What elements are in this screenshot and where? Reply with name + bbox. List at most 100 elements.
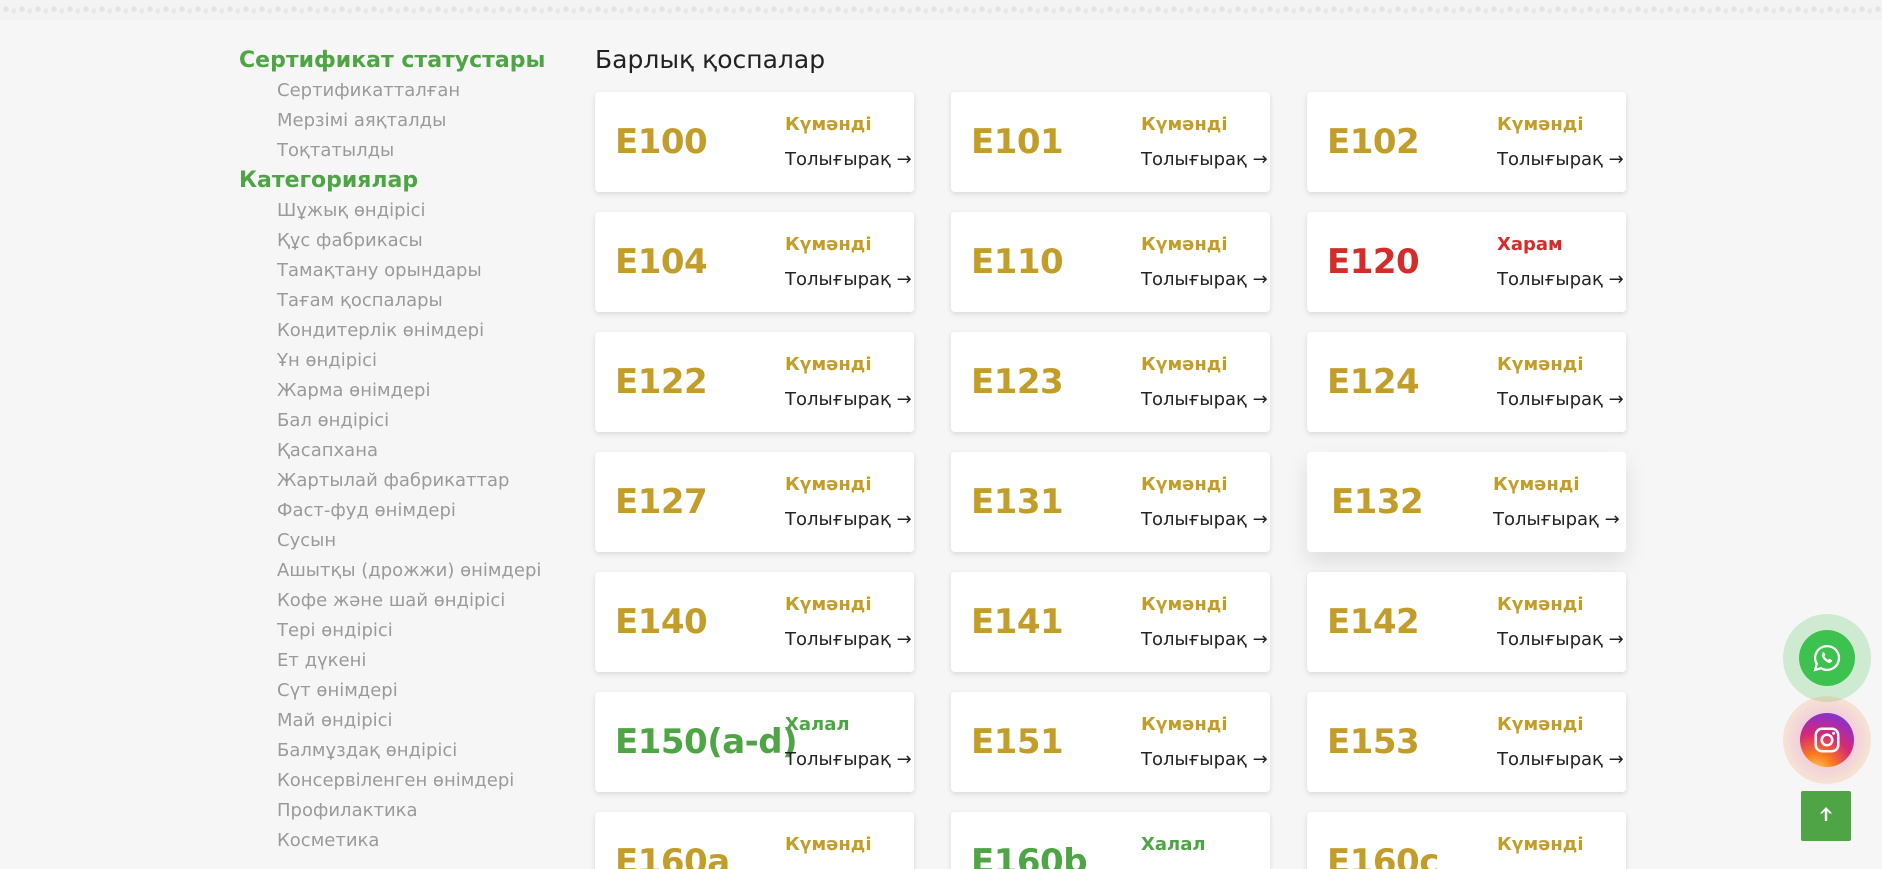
more-link[interactable]: Толығырақ → [1497, 269, 1624, 290]
sidebar-heading-categories[interactable]: Категориялар [239, 166, 559, 196]
additive-code: E100 [615, 122, 708, 162]
more-link[interactable]: Толығырақ → [1141, 389, 1268, 410]
additive-code: E124 [1327, 362, 1420, 402]
more-link[interactable]: Толығырақ → [785, 509, 912, 530]
sidebar-item-category-3[interactable]: Тағам қоспалары [277, 286, 559, 316]
additive-code: E110 [971, 242, 1064, 282]
additive-code: E120 [1327, 242, 1420, 282]
sidebar-item-category-9[interactable]: Жартылай фабрикаттар [277, 466, 559, 496]
sidebar-item-category-18[interactable]: Балмұздақ өндірісі [277, 736, 559, 766]
status-badge: Халал [1141, 834, 1206, 855]
sidebar-item-category-0[interactable]: Шұжық өндірісі [277, 196, 559, 226]
more-link[interactable]: Толығырақ → [1497, 749, 1624, 770]
sidebar-item-category-6[interactable]: Жарма өнімдері [277, 376, 559, 406]
sidebar: Сертификат статустары Сертификатталған Ме… [239, 46, 559, 856]
sidebar-item-category-5[interactable]: Ұн өндірісі [277, 346, 559, 376]
additive-card[interactable]: E151 Күмәнді Толығырақ → [951, 692, 1270, 792]
additive-card[interactable]: E123 Күмәнді Толығырақ → [951, 332, 1270, 432]
additive-card[interactable]: E102 Күмәнді Толығырақ → [1307, 92, 1626, 192]
sidebar-item-category-1[interactable]: Құс фабрикасы [277, 226, 559, 256]
additive-card[interactable]: E150(a-d) Халал Толығырақ → [595, 692, 914, 792]
status-badge: Күмәнді [1141, 714, 1228, 735]
additive-code: E131 [971, 482, 1064, 522]
status-badge: Харам [1497, 234, 1563, 255]
status-badge: Күмәнді [1497, 354, 1584, 375]
scroll-to-top-button[interactable] [1801, 791, 1851, 841]
more-link[interactable]: Толығырақ → [1141, 749, 1268, 770]
additive-card[interactable]: E120 Харам Толығырақ → [1307, 212, 1626, 312]
additive-grid: E100 Күмәнді Толығырақ → E101 Күмәнді Толығыр… [595, 92, 1626, 869]
more-link[interactable]: Толығырақ → [1497, 149, 1624, 170]
additive-card[interactable]: E160aКүмәндіТолығырақ → [595, 812, 914, 869]
more-link[interactable]: Толығырақ → [785, 389, 912, 410]
more-link[interactable]: Толығырақ → [1141, 149, 1268, 170]
additive-card[interactable]: E132 Күмәнді Толығырақ → [1307, 452, 1626, 552]
sidebar-item-status-2[interactable]: Тоқтатылды [277, 136, 559, 166]
sidebar-item-category-21[interactable]: Косметика [277, 826, 559, 856]
more-link[interactable]: Толығырақ → [1141, 269, 1268, 290]
additive-code: E140 [615, 602, 708, 642]
status-badge: Күмәнді [1141, 234, 1228, 255]
additive-card[interactable]: E127 Күмәнді Толығырақ → [595, 452, 914, 552]
sidebar-item-category-12[interactable]: Ашытқы (дрожжи) өнімдері [277, 556, 559, 586]
additive-card[interactable]: E142 Күмәнді Толығырақ → [1307, 572, 1626, 672]
additive-card[interactable]: E140 Күмәнді Толығырақ → [595, 572, 914, 672]
more-link[interactable]: Толығырақ → [1141, 629, 1268, 650]
additive-card[interactable]: E110 Күмәнді Толығырақ → [951, 212, 1270, 312]
additive-card[interactable]: E153 Күмәнді Толығырақ → [1307, 692, 1626, 792]
instagram-button[interactable] [1783, 696, 1871, 784]
additive-code: E160c [1327, 842, 1439, 869]
sidebar-item-category-14[interactable]: Тері өндірісі [277, 616, 559, 646]
additive-card[interactable]: E160bХалалТолығырақ → [951, 812, 1270, 869]
sidebar-item-category-8[interactable]: Қасапхана [277, 436, 559, 466]
sidebar-item-category-2[interactable]: Тамақтану орындары [277, 256, 559, 286]
sidebar-item-category-7[interactable]: Бал өндірісі [277, 406, 559, 436]
additive-card[interactable]: E104 Күмәнді Толығырақ → [595, 212, 914, 312]
decorative-top-pattern [0, 0, 1882, 20]
more-link[interactable]: Толығырақ → [785, 149, 912, 170]
sidebar-item-category-16[interactable]: Сүт өнімдері [277, 676, 559, 706]
whatsapp-button[interactable] [1783, 614, 1871, 702]
more-link[interactable]: Толығырақ → [1497, 389, 1624, 410]
additive-card[interactable]: E131 Күмәнді Толығырақ → [951, 452, 1270, 552]
status-badge: Күмәнді [785, 594, 872, 615]
additive-code: E101 [971, 122, 1064, 162]
more-link[interactable]: Толығырақ → [785, 629, 912, 650]
status-badge: Күмәнді [1141, 114, 1228, 135]
additive-card[interactable]: E160cКүмәндіТолығырақ → [1307, 812, 1626, 869]
sidebar-item-category-13[interactable]: Кофе және шай өндірісі [277, 586, 559, 616]
sidebar-item-category-11[interactable]: Сусын [277, 526, 559, 556]
status-badge: Күмәнді [1141, 474, 1228, 495]
additive-card[interactable]: E141 Күмәнді Толығырақ → [951, 572, 1270, 672]
additive-card[interactable]: E100 Күмәнді Толығырақ → [595, 92, 914, 192]
more-link[interactable]: Толығырақ → [1497, 629, 1624, 650]
additive-card[interactable]: E122 Күмәнді Толығырақ → [595, 332, 914, 432]
arrow-up-icon [1818, 805, 1834, 827]
sidebar-item-category-17[interactable]: Май өндірісі [277, 706, 559, 736]
status-badge: Күмәнді [1141, 354, 1228, 375]
more-link[interactable]: Толығырақ → [1141, 509, 1268, 530]
page-title: Барлық қоспалар [595, 45, 826, 74]
status-badge: Күмәнді [785, 114, 872, 135]
more-link[interactable]: Толығырақ → [785, 749, 912, 770]
additive-card[interactable]: E124 Күмәнді Толығырақ → [1307, 332, 1626, 432]
sidebar-item-status-0[interactable]: Сертификатталған [277, 76, 559, 106]
sidebar-item-status-1[interactable]: Мерзімі аяқталды [277, 106, 559, 136]
status-badge: Күмәнді [785, 834, 872, 855]
additive-code: E160b [971, 842, 1088, 869]
status-badge: Күмәнді [1497, 114, 1584, 135]
more-link[interactable]: Толығырақ → [785, 269, 912, 290]
sidebar-item-category-20[interactable]: Профилактика [277, 796, 559, 826]
sidebar-item-category-10[interactable]: Фаст-фуд өнімдері [277, 496, 559, 526]
sidebar-item-category-19[interactable]: Консервіленген өнімдері [277, 766, 559, 796]
additive-code: E127 [615, 482, 708, 522]
sidebar-item-category-4[interactable]: Кондитерлік өнімдері [277, 316, 559, 346]
sidebar-item-category-15[interactable]: Ет дүкені [277, 646, 559, 676]
more-link[interactable]: Толығырақ → [1493, 509, 1620, 530]
additive-code: E153 [1327, 722, 1420, 762]
status-badge: Күмәнді [1493, 474, 1580, 495]
additive-card[interactable]: E101 Күмәнді Толығырақ → [951, 92, 1270, 192]
additive-code: E142 [1327, 602, 1420, 642]
sidebar-heading-statuses[interactable]: Сертификат статустары [239, 46, 559, 76]
status-badge: Халал [785, 714, 850, 735]
